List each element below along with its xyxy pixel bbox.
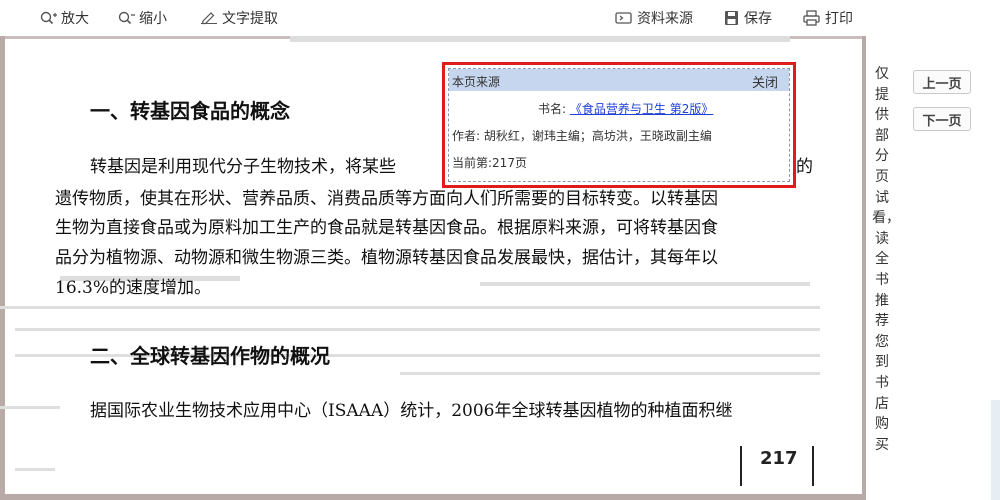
print-label: 打印 xyxy=(825,11,853,27)
zoom-in-icon xyxy=(40,11,57,25)
paragraph-1-line-1-tail: 的 xyxy=(796,157,813,177)
zoom-in-button[interactable]: 放大 xyxy=(40,8,89,28)
popup-authors: 作者: 胡秋红，谢玮主编；高坊洪，王晓政副主编 xyxy=(452,129,712,143)
paragraph-1-line-1: 转基因是利用现代分子生物技术，将某些 xyxy=(90,157,396,177)
paragraph-1-line-4: 品分为植物源、动物源和微生物源三类。植物源转基因食品发展最快，据估计，其每年以 xyxy=(55,248,718,268)
extract-text-button[interactable]: 文字提取 xyxy=(199,8,278,28)
popup-current-page: 当前第:217页 xyxy=(452,156,527,170)
source-button[interactable]: 资料来源 xyxy=(614,8,693,28)
section-heading-1: 一、转基因食品的概念 xyxy=(90,99,290,123)
paragraph-1-line-5: 16.3%的速度增加。 xyxy=(55,278,212,298)
zoom-in-label: 放大 xyxy=(61,11,89,27)
page-number-rule-left xyxy=(740,446,742,486)
popup-header: 本页来源 关闭 xyxy=(449,69,789,91)
pencil-icon xyxy=(201,12,217,25)
printer-icon xyxy=(803,10,820,26)
page-number-rule-right xyxy=(812,446,814,486)
next-page-button[interactable]: 下一页 xyxy=(913,107,971,131)
popup-title: 本页来源 xyxy=(452,75,501,89)
save-label: 保存 xyxy=(744,11,772,27)
paragraph-1-line-3: 生物为直接食品或为原料加工生产的食品就是转基因食品。根据原料来源，可将转基因食 xyxy=(55,218,718,238)
section-heading-2: 二、全球转基因作物的概况 xyxy=(90,344,330,368)
preview-notice: 仅提供部分页试看，读全书推荐您到书店购买 xyxy=(872,66,900,453)
extract-text-label: 文字提取 xyxy=(222,11,278,27)
zoom-out-button[interactable]: 缩小 xyxy=(118,8,167,28)
popup-book-row: 书名: 《食品营养与卫生 第2版》 xyxy=(538,100,713,117)
source-icon xyxy=(615,12,632,24)
zoom-out-icon xyxy=(118,11,135,25)
paragraph-2-line-1: 据国际农业生物技术应用中心（ISAAA）统计，2006年全球转基因植物的种植面积… xyxy=(90,401,733,421)
popup-close-button[interactable]: 关闭 xyxy=(752,72,778,91)
book-label: 书名: xyxy=(538,102,567,116)
zoom-out-label: 缩小 xyxy=(139,11,167,27)
source-label: 资料来源 xyxy=(637,11,693,27)
page-source-popup: 本页来源 关闭 书名: 《食品营养与卫生 第2版》 作者: 胡秋红，谢玮主编；高… xyxy=(442,62,796,188)
book-title-link[interactable]: 《食品营养与卫生 第2版》 xyxy=(570,102,713,116)
bleed-through-lines xyxy=(0,0,1,1)
popup-body: 本页来源 关闭 书名: 《食品营养与卫生 第2版》 作者: 胡秋红，谢玮主编；高… xyxy=(448,68,790,182)
floppy-icon xyxy=(725,11,738,25)
page-number: 217 xyxy=(760,448,798,469)
prev-page-button[interactable]: 上一页 xyxy=(913,70,971,94)
toolbar: 放大 缩小 文字提取 资料来源 保存 打印 xyxy=(0,0,1000,36)
save-button[interactable]: 保存 xyxy=(723,8,772,28)
print-button[interactable]: 打印 xyxy=(802,8,853,28)
window-edge xyxy=(991,400,1000,500)
